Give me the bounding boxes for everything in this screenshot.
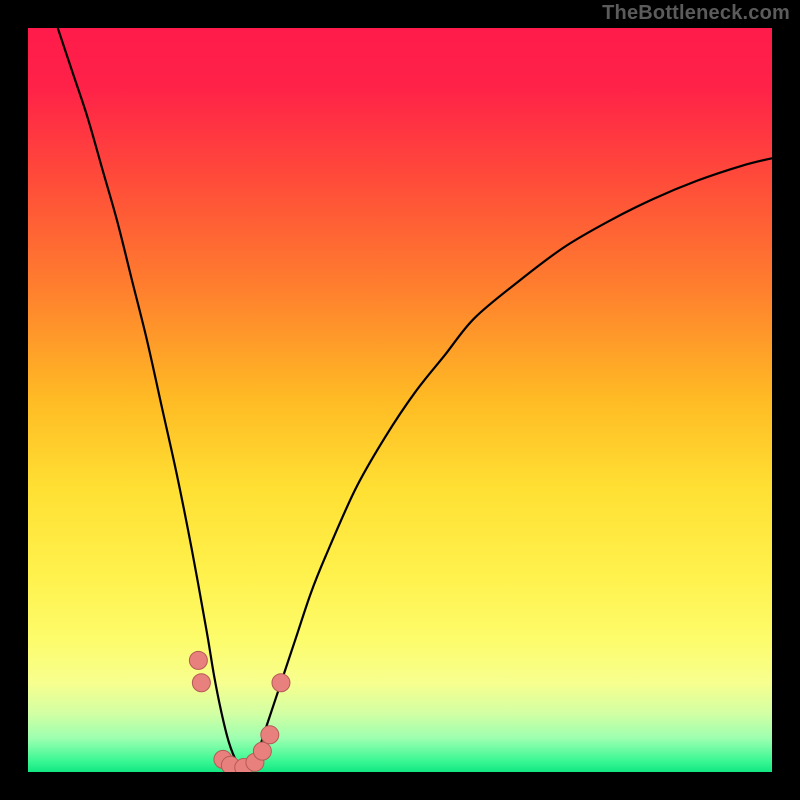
data-marker: [261, 726, 279, 744]
plot-area: [28, 28, 772, 772]
chart-frame: TheBottleneck.com: [0, 0, 800, 800]
data-marker: [272, 674, 290, 692]
data-marker: [189, 651, 207, 669]
gradient-background: [28, 28, 772, 772]
data-marker: [192, 674, 210, 692]
bottleneck-plot-svg: [28, 28, 772, 772]
data-marker: [253, 742, 271, 760]
watermark-text: TheBottleneck.com: [602, 2, 790, 25]
